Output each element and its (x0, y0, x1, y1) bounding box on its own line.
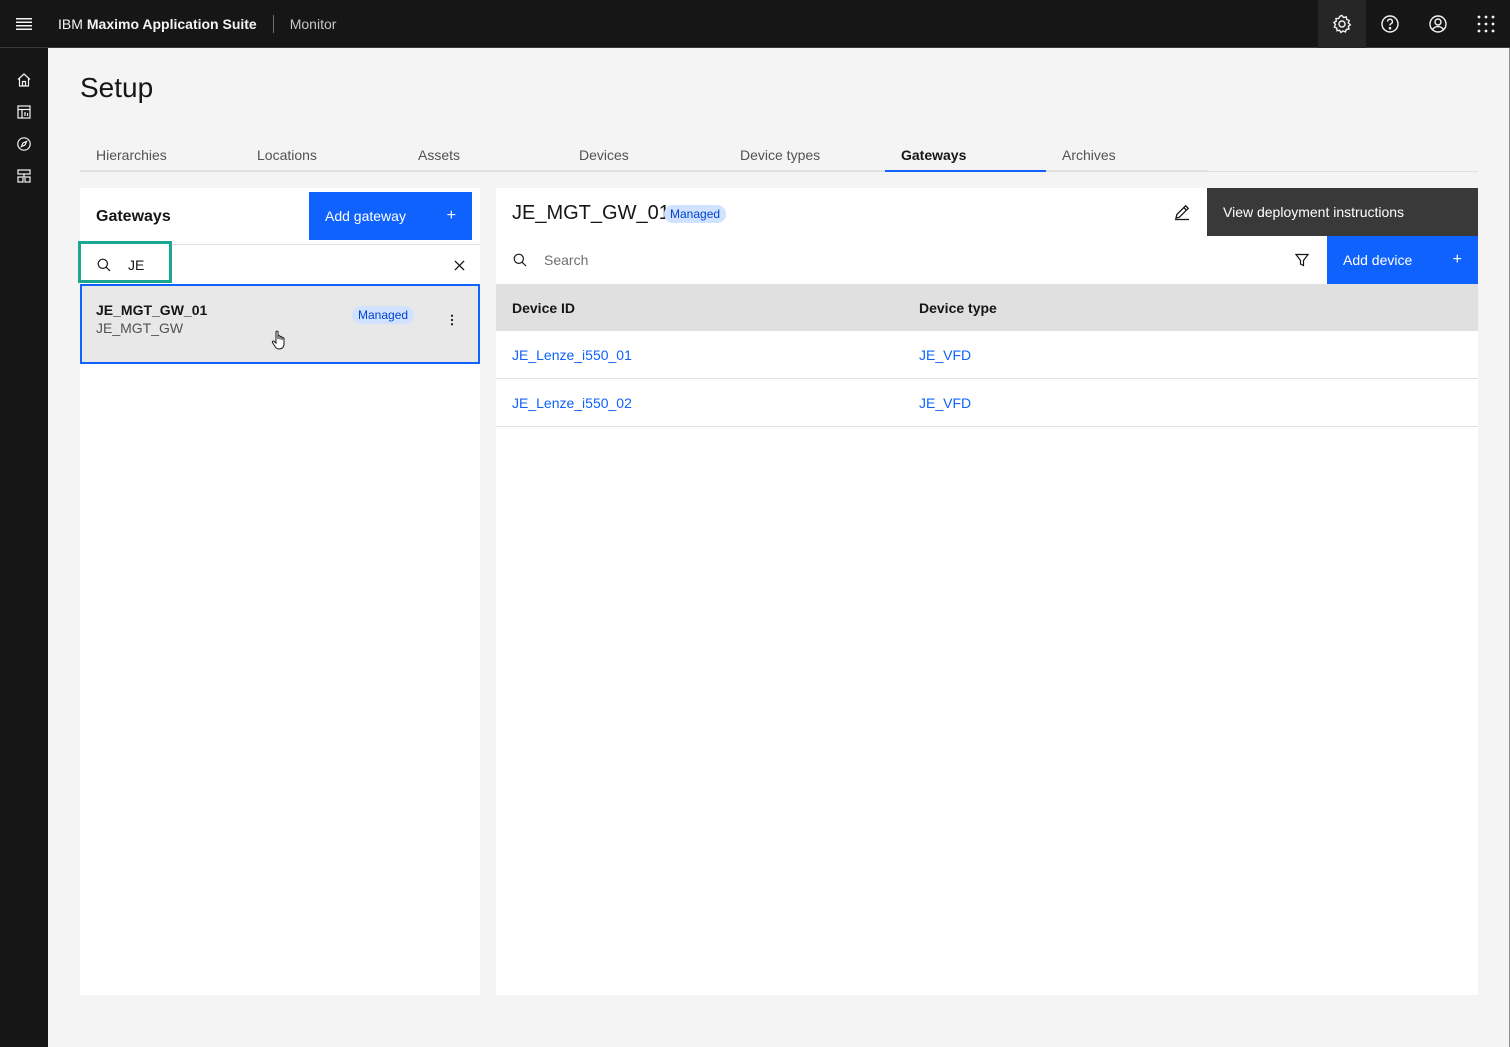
device-type-link[interactable]: JE_VFD (919, 347, 971, 363)
table-header: Device ID Device type (496, 284, 1478, 331)
filter-icon[interactable] (1294, 252, 1310, 268)
gateways-panel: Gateways Add gateway + JE JE_MGT_GW_01 J… (78, 188, 480, 995)
home-icon[interactable] (0, 64, 48, 96)
add-device-button[interactable]: Add device + (1327, 236, 1478, 284)
device-type-link[interactable]: JE_VFD (919, 395, 971, 411)
search-highlight-box (78, 241, 172, 283)
main-content: Setup Hierarchies Locations Assets Devic… (48, 48, 1510, 1047)
add-device-label: Add device (1343, 252, 1413, 268)
search-icon (97, 258, 111, 272)
tab-device-types[interactable]: Device types (724, 140, 885, 172)
status-badge: Managed (352, 306, 415, 324)
edit-icon[interactable] (1172, 202, 1192, 222)
tab-gateways[interactable]: Gateways (885, 140, 1046, 172)
help-icon[interactable] (1366, 0, 1414, 48)
gateway-list-item[interactable]: JE_MGT_GW_01 JE_MGT_GW Managed (80, 284, 480, 364)
side-rail (0, 48, 48, 1047)
device-search-input[interactable] (536, 244, 1276, 276)
user-icon[interactable] (1414, 0, 1462, 48)
gateway-type: JE_MGT_GW (96, 320, 184, 336)
brand-name[interactable]: IBM Maximo Application Suite (48, 0, 257, 48)
column-header-device-type[interactable]: Device type (903, 300, 1478, 316)
add-icon: + (446, 207, 456, 224)
compass-icon[interactable] (0, 128, 48, 160)
tab-assets[interactable]: Assets (402, 140, 563, 172)
hand-cursor-icon (271, 330, 285, 350)
tab-devices[interactable]: Devices (563, 140, 724, 172)
add-gateway-label: Add gateway (325, 208, 406, 224)
app-switcher-icon[interactable] (1462, 0, 1510, 48)
device-id-link[interactable]: JE_Lenze_i550_01 (512, 347, 632, 363)
top-header: IBM Maximo Application Suite Monitor (0, 0, 1510, 48)
app-name: Monitor (289, 15, 337, 32)
settings-icon[interactable] (1318, 0, 1366, 48)
view-deployment-instructions-button[interactable]: View deployment instructions (1207, 188, 1478, 236)
gateway-name: JE_MGT_GW_01 (96, 302, 208, 318)
device-id-link[interactable]: JE_Lenze_i550_02 (512, 395, 632, 411)
header-actions (1318, 0, 1510, 48)
devices-table: Device ID Device type JE_Lenze_i550_01 J… (496, 284, 1478, 427)
gateway-detail-title: JE_MGT_GW_01 (512, 202, 670, 224)
brand-product: Maximo Application Suite (86, 15, 257, 32)
search-icon (513, 253, 527, 267)
search-input[interactable]: JE (128, 257, 144, 273)
tab-locations[interactable]: Locations (241, 140, 402, 172)
add-icon: + (1452, 251, 1462, 268)
setup-icon[interactable] (0, 160, 48, 192)
tab-list: Hierarchies Locations Assets Devices Dev… (80, 140, 1478, 172)
tab-hierarchies[interactable]: Hierarchies (80, 140, 241, 172)
brand-ibm: IBM (58, 15, 83, 32)
dashboard-icon[interactable] (0, 96, 48, 128)
table-row: JE_Lenze_i550_02 JE_VFD (496, 379, 1478, 427)
column-header-device-id[interactable]: Device ID (496, 300, 903, 316)
add-gateway-button[interactable]: Add gateway + (309, 192, 472, 240)
close-icon[interactable] (450, 256, 468, 274)
gateways-panel-title: Gateways (96, 208, 171, 225)
table-row: JE_Lenze_i550_01 JE_VFD (496, 331, 1478, 379)
overflow-menu-icon[interactable] (440, 308, 464, 332)
gateway-search[interactable]: JE (78, 241, 480, 284)
brand-divider (272, 14, 274, 33)
tab-archives[interactable]: Archives (1046, 140, 1207, 172)
status-badge: Managed (664, 205, 727, 223)
menu-icon[interactable] (0, 0, 48, 48)
page-title: Setup (80, 72, 154, 103)
gateway-detail-panel: JE_MGT_GW_01 Managed View deployment ins… (496, 188, 1478, 995)
